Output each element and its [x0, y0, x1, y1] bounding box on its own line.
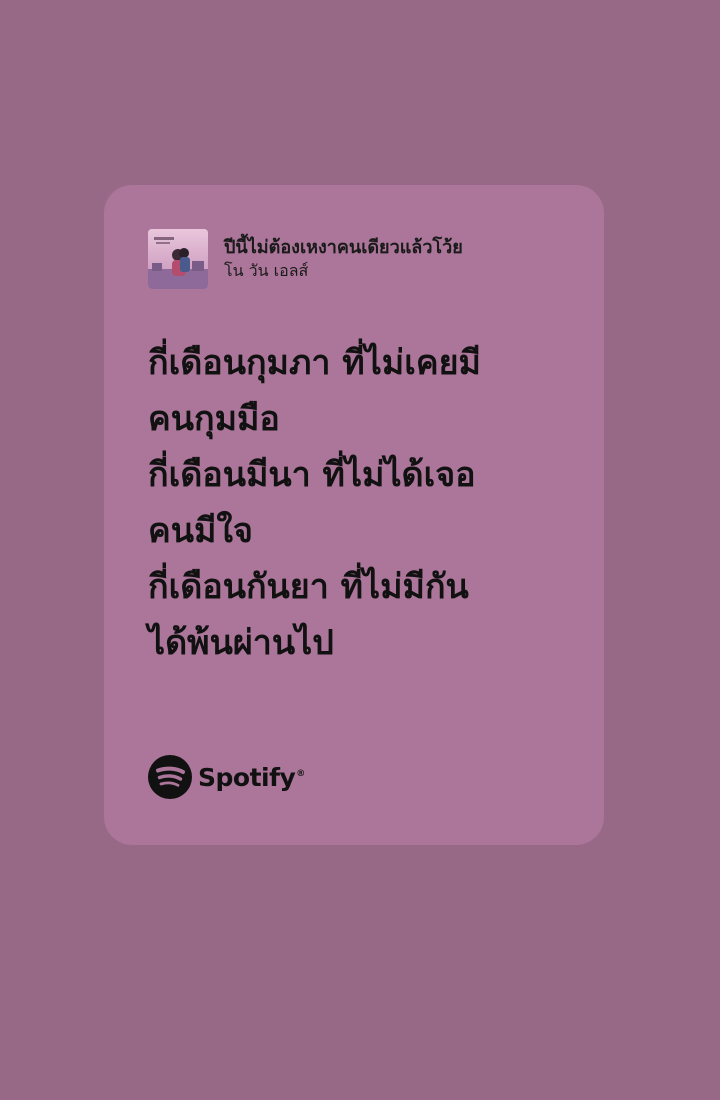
- track-title: ปีนี้ไม่ต้องเหงาคนเดียวแล้วโว้ย: [224, 237, 463, 258]
- brand-name: Spotify: [198, 762, 296, 792]
- lyric-line: กี่เดือนกันยา ที่ไม่มีกัน: [148, 567, 469, 607]
- track-text: ปีนี้ไม่ต้องเหงาคนเดียวแล้วโว้ย โน วัน เ…: [224, 236, 463, 282]
- spotify-wordmark: Spotify®: [198, 763, 305, 792]
- spotify-brand[interactable]: Spotify®: [148, 755, 305, 799]
- lyrics-card: ปีนี้ไม่ต้องเหงาคนเดียวแล้วโว้ย โน วัน เ…: [104, 185, 604, 845]
- brand-registered-mark: ®: [296, 769, 305, 780]
- lyric-line: คนกุมมือ: [148, 399, 280, 439]
- lyrics-block: กี่เดือนกุมภา ที่ไม่เคยมี คนกุมมือ กี่เด…: [148, 335, 578, 671]
- lyric-line: กี่เดือนมีนา ที่ไม่ได้เจอ: [148, 455, 476, 495]
- lyric-line: กี่เดือนกุมภา ที่ไม่เคยมี: [148, 343, 481, 383]
- track-artist: โน วัน เอลส์: [224, 261, 309, 280]
- album-cover[interactable]: [148, 229, 208, 289]
- lyric-line: ได้พ้นผ่านไป: [148, 623, 334, 663]
- spotify-logo-icon: [148, 755, 192, 799]
- track-info[interactable]: ปีนี้ไม่ต้องเหงาคนเดียวแล้วโว้ย โน วัน เ…: [148, 229, 463, 289]
- album-cover-icon: [148, 229, 208, 289]
- lyric-line: คนมีใจ: [148, 511, 253, 551]
